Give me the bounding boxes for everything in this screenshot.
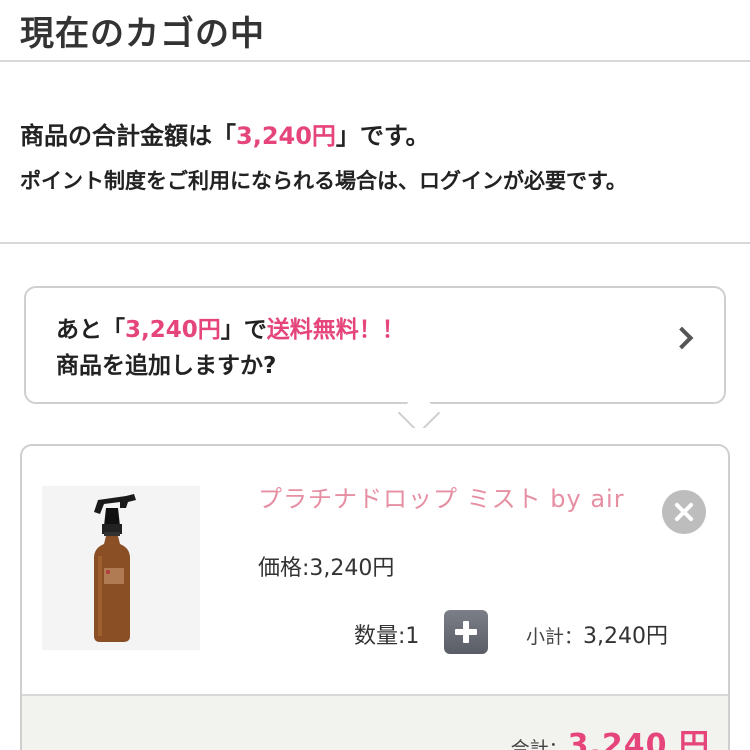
total-suffix: 」です。 bbox=[335, 122, 430, 150]
bubble-tail bbox=[397, 391, 441, 428]
page-header: 現在のカゴの中 bbox=[0, 0, 750, 62]
add-items-prompt: 商品を追加しますか? bbox=[56, 353, 277, 379]
free-shipping-highlight: 送料無料！！ bbox=[266, 317, 405, 343]
chevron-right-icon[interactable] bbox=[670, 326, 694, 350]
grand-total: 合計：3,240 円 bbox=[511, 720, 710, 750]
quantity-label: 数量: bbox=[354, 624, 406, 649]
product-price: 価格:3,240円 bbox=[258, 550, 394, 582]
quantity: 数量:1 bbox=[354, 618, 419, 650]
free-shipping-banner[interactable]: あと「3,240円」で送料無料！！ 商品を追加しますか? bbox=[24, 286, 726, 428]
shipping-remaining-amount: 3,240円 bbox=[125, 317, 221, 343]
item-subtotal: 小計：3,240円 bbox=[526, 618, 668, 650]
remove-item-button[interactable] bbox=[662, 490, 706, 534]
quantity-value: 1 bbox=[405, 624, 420, 649]
grand-total-value: 3,240 円 bbox=[567, 728, 710, 750]
price-label: 価格: bbox=[258, 556, 310, 581]
product-image[interactable] bbox=[42, 486, 200, 650]
total-amount: 3,240円 bbox=[236, 122, 336, 150]
price-value: 3,240円 bbox=[309, 556, 395, 581]
login-notice: ポイント制度をご利用になられる場合は、ログインが必要です。 bbox=[20, 169, 627, 193]
cart-summary: 商品の合計金額は「3,240円」です。 ポイント制度をご利用になられる場合は、ロ… bbox=[0, 62, 750, 244]
subtotal-value: 3,240円 bbox=[583, 624, 668, 649]
product-name-link[interactable]: プラチナドロップ ミスト by air bbox=[258, 484, 638, 514]
grand-total-label: 合計： bbox=[510, 738, 568, 750]
free-shipping-message: あと「3,240円」で送料無料！！ bbox=[56, 310, 405, 344]
total-prefix: 商品の合計金額は「 bbox=[20, 122, 236, 150]
increase-quantity-button[interactable] bbox=[444, 610, 488, 654]
shipping-prefix: あと「 bbox=[56, 317, 125, 343]
page-title: 現在のカゴの中 bbox=[20, 14, 265, 54]
cart-total-bar: 合計：3,240 円 bbox=[22, 694, 728, 750]
shipping-middle: 」で bbox=[220, 317, 267, 343]
mist-bottle-image bbox=[42, 486, 200, 650]
subtotal-label: 小計： bbox=[526, 626, 584, 648]
plus-icon-stroke bbox=[463, 621, 469, 643]
total-amount-text: 商品の合計金額は「3,240円」です。 bbox=[20, 116, 430, 151]
cart-item-card: プラチナドロップ ミスト by air 価格:3,240円 数量:1 小計：3,… bbox=[20, 444, 730, 750]
